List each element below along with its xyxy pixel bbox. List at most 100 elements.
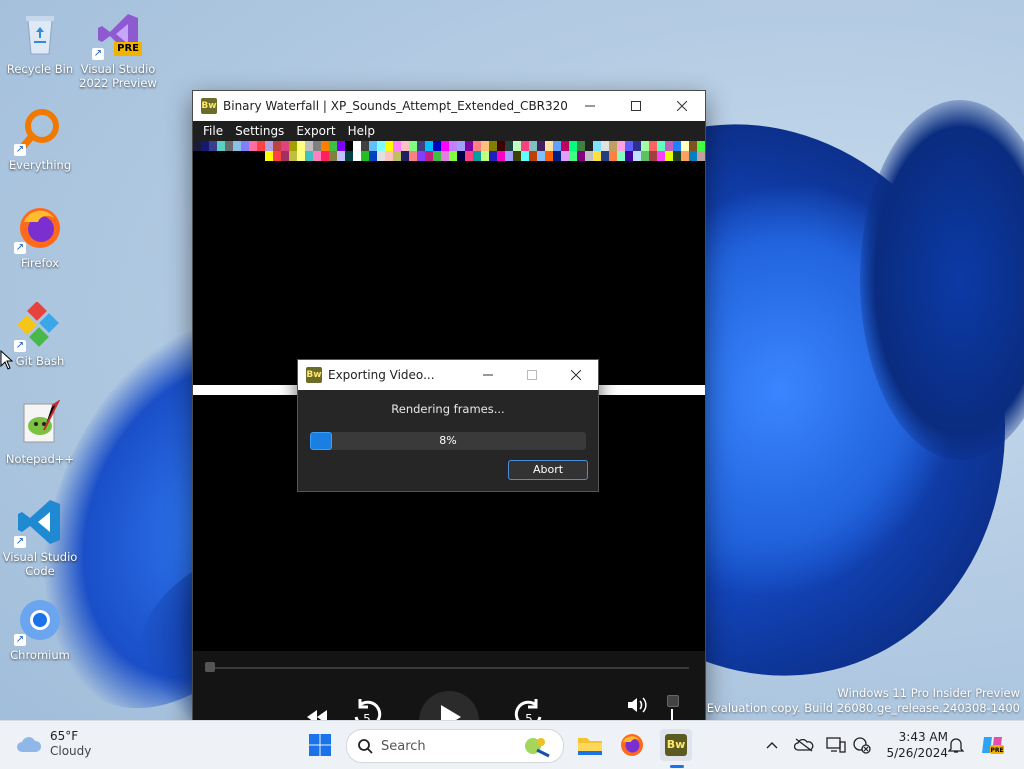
bell-icon (948, 738, 964, 753)
pixel-cell (441, 141, 449, 151)
seek-track[interactable] (209, 667, 689, 669)
menu-export[interactable]: Export (290, 124, 341, 138)
binary-waterfall-app-icon: Bw (306, 367, 322, 383)
shortcut-arrow-icon: ↗ (92, 48, 104, 60)
volume-button[interactable] (625, 695, 649, 715)
pixel-cell (353, 141, 361, 151)
pixel-cell (553, 151, 561, 161)
vscode-icon: ↗ (14, 498, 64, 548)
menu-file[interactable]: File (197, 124, 229, 138)
taskbar-binary-waterfall[interactable]: Bw (660, 729, 692, 761)
pixel-cell (609, 141, 617, 151)
recycle-bin-icon (16, 10, 64, 58)
onedrive-tray-button[interactable] (792, 729, 816, 761)
pixel-cell (329, 151, 337, 161)
pixel-cell (497, 151, 505, 161)
pixel-cell (273, 141, 281, 151)
weather-widget[interactable]: 65°F Cloudy (16, 729, 91, 759)
pixel-cell (337, 151, 345, 161)
pixel-cell (289, 151, 297, 161)
menu-bar: File Settings Export Help (193, 121, 705, 141)
pixel-cell (617, 151, 625, 161)
pixel-cell (449, 141, 457, 151)
pixel-cell (209, 151, 217, 161)
visual-studio-icon: PRE ↗ (92, 10, 142, 60)
pixel-cell (529, 141, 537, 151)
pixel-cell (633, 151, 641, 161)
pixel-cell (313, 141, 321, 151)
taskbar-search[interactable]: Search (346, 729, 564, 763)
taskbar-file-explorer[interactable] (574, 729, 606, 761)
weather-temperature: 65°F (50, 729, 79, 743)
pixel-cell (657, 151, 665, 161)
pixel-cell (385, 151, 393, 161)
pixel-cell (409, 141, 417, 151)
window-title: Binary Waterfall | XP_Sounds_Attempt_Ext… (223, 99, 567, 113)
pixel-cell (257, 151, 265, 161)
binary-waterfall-app-icon: Bw (201, 98, 217, 114)
pixel-cell (361, 151, 369, 161)
dialog-minimize-button[interactable] (466, 360, 510, 390)
close-button[interactable] (659, 91, 705, 121)
pixel-cell (289, 141, 297, 151)
abort-button[interactable]: Abort (508, 460, 588, 480)
desktop-icon-everything[interactable]: ↗ Everything (0, 106, 80, 172)
seek-thumb[interactable] (205, 662, 215, 672)
desktop-icon-notepad-plus-plus[interactable]: Notepad++ (0, 399, 80, 466)
pixel-cell (385, 141, 393, 151)
menu-settings[interactable]: Settings (229, 124, 290, 138)
show-hidden-icons-button[interactable] (760, 729, 784, 761)
desktop-icon-firefox[interactable]: ↗ Firefox (0, 204, 80, 270)
pixel-cell (513, 151, 521, 161)
menu-help[interactable]: Help (342, 124, 381, 138)
taskbar-firefox[interactable] (616, 729, 648, 761)
network-tray-button[interactable] (850, 729, 874, 761)
pixel-cell (337, 141, 345, 151)
device-tray-button[interactable] (824, 729, 848, 761)
pixel-cell (481, 141, 489, 151)
everything-icon: ↗ (14, 106, 64, 156)
pixel-cell (249, 151, 257, 161)
progress-percent-label: 8% (439, 434, 457, 447)
dialog-titlebar[interactable]: Bw Exporting Video... (298, 360, 598, 390)
pixel-cell (241, 141, 249, 151)
desktop-icon-recycle-bin[interactable]: Recycle Bin (0, 10, 80, 76)
search-icon (358, 739, 373, 754)
maximize-button[interactable] (613, 91, 659, 121)
pixel-cell (329, 141, 337, 151)
taskbar-clock[interactable]: 3:43 AM 5/26/2024 (878, 729, 948, 761)
maximize-icon (527, 370, 537, 380)
pixel-cell (193, 141, 201, 151)
pixel-cell (465, 141, 473, 151)
pixel-cell (377, 151, 385, 161)
notifications-button[interactable] (944, 729, 968, 761)
pixel-cell (473, 141, 481, 151)
export-video-dialog[interactable]: Bw Exporting Video... Rendering frames..… (297, 359, 599, 492)
pixel-cell (657, 141, 665, 151)
binary-waterfall-icon: Bw (665, 734, 687, 756)
pixel-cell (233, 151, 241, 161)
chevron-up-icon (766, 742, 778, 749)
pre-badge: PRE (114, 42, 142, 56)
pixel-cell (649, 151, 657, 161)
pixel-cell (441, 151, 449, 161)
desktop-icon-visual-studio[interactable]: PRE ↗ Visual Studio 2022 Preview (78, 10, 158, 90)
pixel-cell (697, 151, 705, 161)
pixel-cell (625, 151, 633, 161)
copilot-button[interactable]: PRE (978, 729, 1008, 761)
clock-time: 3:43 AM (898, 730, 948, 744)
volume-slider-thumb[interactable] (667, 695, 679, 707)
pixel-cell (305, 141, 313, 151)
pixel-cell (641, 151, 649, 161)
minimize-button[interactable] (567, 91, 613, 121)
start-button[interactable] (304, 729, 336, 761)
dialog-close-button[interactable] (554, 360, 598, 390)
pixel-cell (297, 141, 305, 151)
pixel-cell (417, 141, 425, 151)
pixel-cell (417, 151, 425, 161)
pixel-cell (241, 151, 249, 161)
pixel-cell (529, 151, 537, 161)
desktop-icon-chromium[interactable]: ↗ Chromium (0, 596, 80, 662)
desktop-icon-vscode[interactable]: ↗ Visual Studio Code (0, 498, 80, 578)
window-titlebar[interactable]: Bw Binary Waterfall | XP_Sounds_Attempt_… (193, 91, 705, 121)
